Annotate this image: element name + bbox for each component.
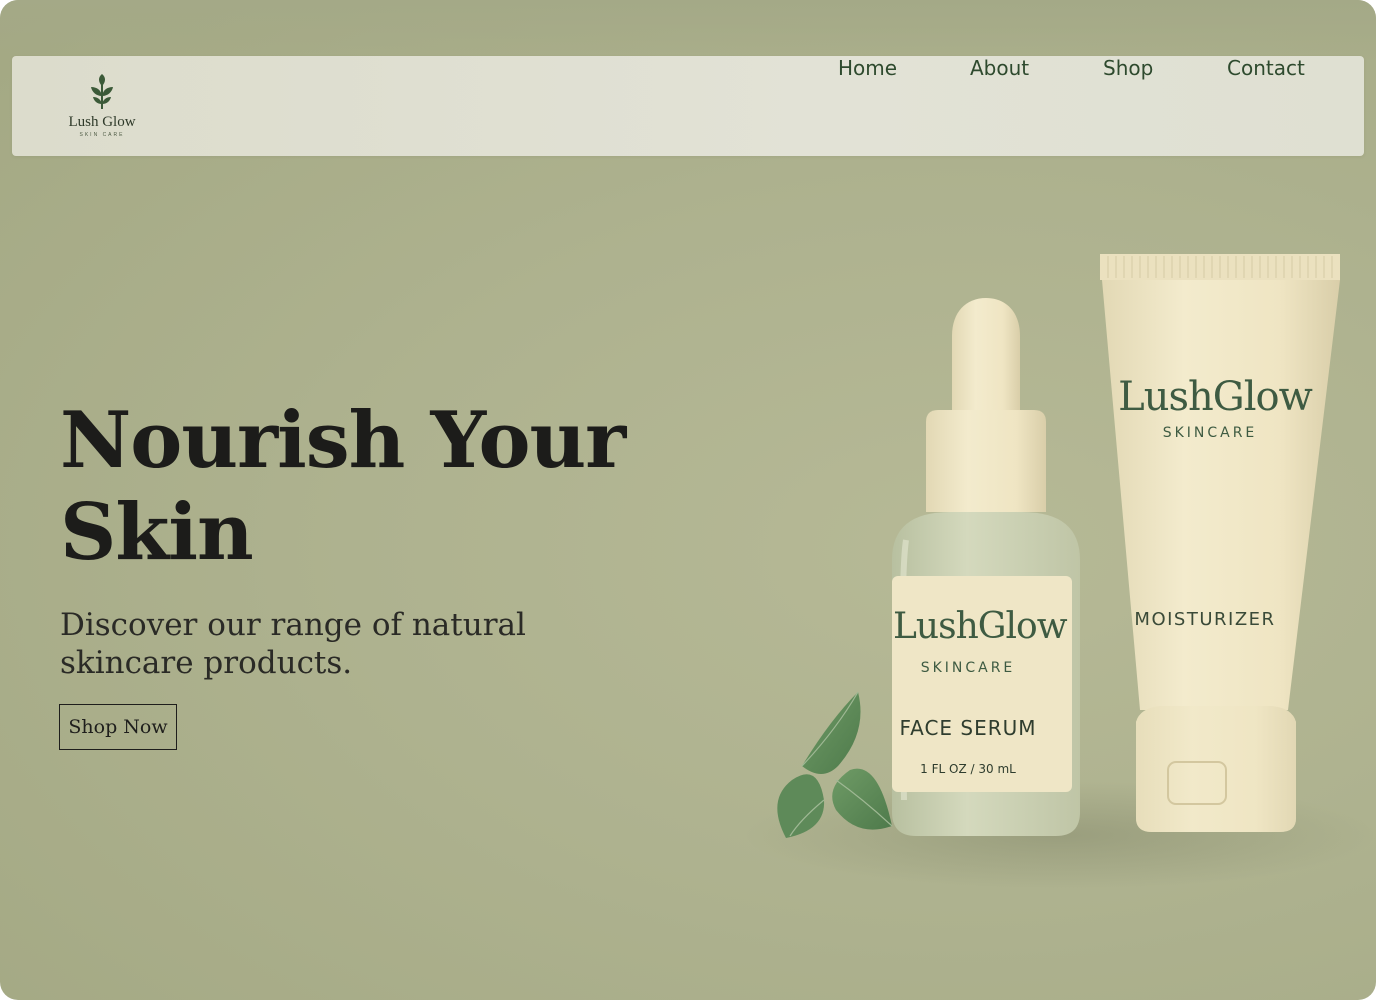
page-window: Lush Glow SKIN CARE Home About Shop Cont… — [0, 0, 1376, 1000]
nav-item-about[interactable]: About — [970, 56, 1029, 80]
leaf-sprig-icon — [91, 74, 113, 109]
shop-now-button[interactable]: Shop Now — [59, 704, 177, 750]
nav-item-contact[interactable]: Contact — [1227, 56, 1305, 80]
serum-bottle — [892, 298, 1080, 836]
moisturizer-tube — [1100, 254, 1340, 832]
serum-volume: 1 FL OZ / 30 mL — [920, 762, 1016, 776]
nav-item-shop[interactable]: Shop — [1103, 56, 1153, 80]
eucalyptus-leaves — [777, 691, 893, 838]
moisturizer-name: MOISTURIZER — [1134, 609, 1276, 630]
moisturizer-brand: LushGlow — [1118, 374, 1313, 420]
hero-title: Nourish Your Skin — [60, 395, 626, 578]
brand-logo[interactable]: Lush Glow SKIN CARE — [62, 72, 142, 142]
serum-brand: LushGlow — [893, 606, 1068, 647]
serum-name: FACE SERUM — [899, 716, 1037, 740]
brand-name: Lush Glow — [68, 114, 136, 130]
serum-line: SKINCARE — [920, 660, 1016, 676]
moisturizer-line: SKINCARE — [1162, 425, 1258, 441]
navbar: Lush Glow SKIN CARE Home About Shop Cont… — [12, 56, 1364, 156]
brand-tagline: SKIN CARE — [79, 132, 125, 138]
nav-item-home[interactable]: Home — [838, 56, 897, 80]
hero-subtitle: Discover our range of natural skincare p… — [60, 607, 526, 681]
backdrop — [0, 0, 1376, 60]
product-image — [777, 254, 1340, 838]
